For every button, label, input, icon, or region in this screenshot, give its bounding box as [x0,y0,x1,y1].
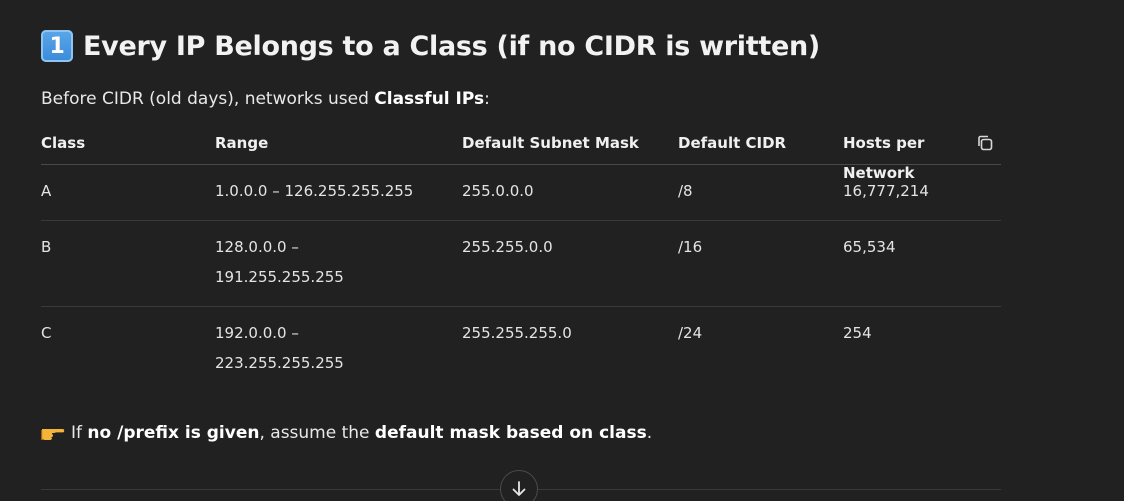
cell-subnet-mask: 255.0.0.0 [462,182,534,200]
scroll-to-bottom-button[interactable] [500,470,538,501]
table-row: A 1.0.0.0 – 126.255.255.255 255.0.0.0 /8… [41,165,1001,221]
note-text-1: If [71,423,88,443]
cell-cidr: /16 [678,238,703,256]
cell-hosts: 65,534 [843,238,896,256]
note-text-2: , assume the [259,423,375,443]
cell-range: 1.0.0.0 – 126.255.255.255 [215,182,414,200]
cell-range: 128.0.0.0 – 191.255.255.255 [215,238,344,286]
section-heading: 1 Every IP Belongs to a Class (if no CID… [41,30,820,62]
cell-hosts: 254 [843,324,872,342]
cell-subnet-mask: 255.255.0.0 [462,238,553,256]
header-class: Class [41,134,86,152]
header-range: Range [215,134,269,152]
section-title: Every IP Belongs to a Class (if no CIDR … [83,30,820,62]
cell-subnet-mask: 255.255.255.0 [462,324,572,342]
ip-class-table: Class Range Default Subnet Mask Default … [41,130,1001,392]
cell-class: A [41,182,52,200]
table-header-row: Class Range Default Subnet Mask Default … [41,130,1001,182]
copy-icon[interactable] [976,134,994,152]
note-bold-1: no /prefix is given [87,423,260,443]
cell-cidr: /24 [678,324,703,342]
intro-suffix: : [484,89,490,109]
cell-class: B [41,238,52,256]
chat-response: 1 Every IP Belongs to a Class (if no CID… [0,0,1124,501]
note-text-3: . [646,423,653,443]
cell-cidr: /8 [678,182,693,200]
header-cidr: Default CIDR [678,134,787,152]
table-row: B 128.0.0.0 – 191.255.255.255 255.255.0.… [41,221,1001,307]
note-bold-2: default mask based on class [374,423,647,443]
cell-class: C [41,324,52,342]
cell-hosts: 16,777,214 [843,182,929,200]
arrow-down-icon [512,481,526,496]
cell-range: 192.0.0.0 – 223.255.255.255 [215,324,344,372]
header-subnet-mask: Default Subnet Mask [462,134,639,152]
keycap-one-icon: 1 [41,30,73,62]
pointing-hand-icon [41,429,65,441]
intro-paragraph: Before CIDR (old days), networks used Cl… [41,89,490,109]
intro-bold: Classful IPs [374,89,485,109]
note-paragraph: If no /prefix is given, assume the defau… [41,423,652,443]
table-row: C 192.0.0.0 – 223.255.255.255 255.255.25… [41,307,1001,392]
intro-text: Before CIDR (old days), networks used [41,89,375,109]
